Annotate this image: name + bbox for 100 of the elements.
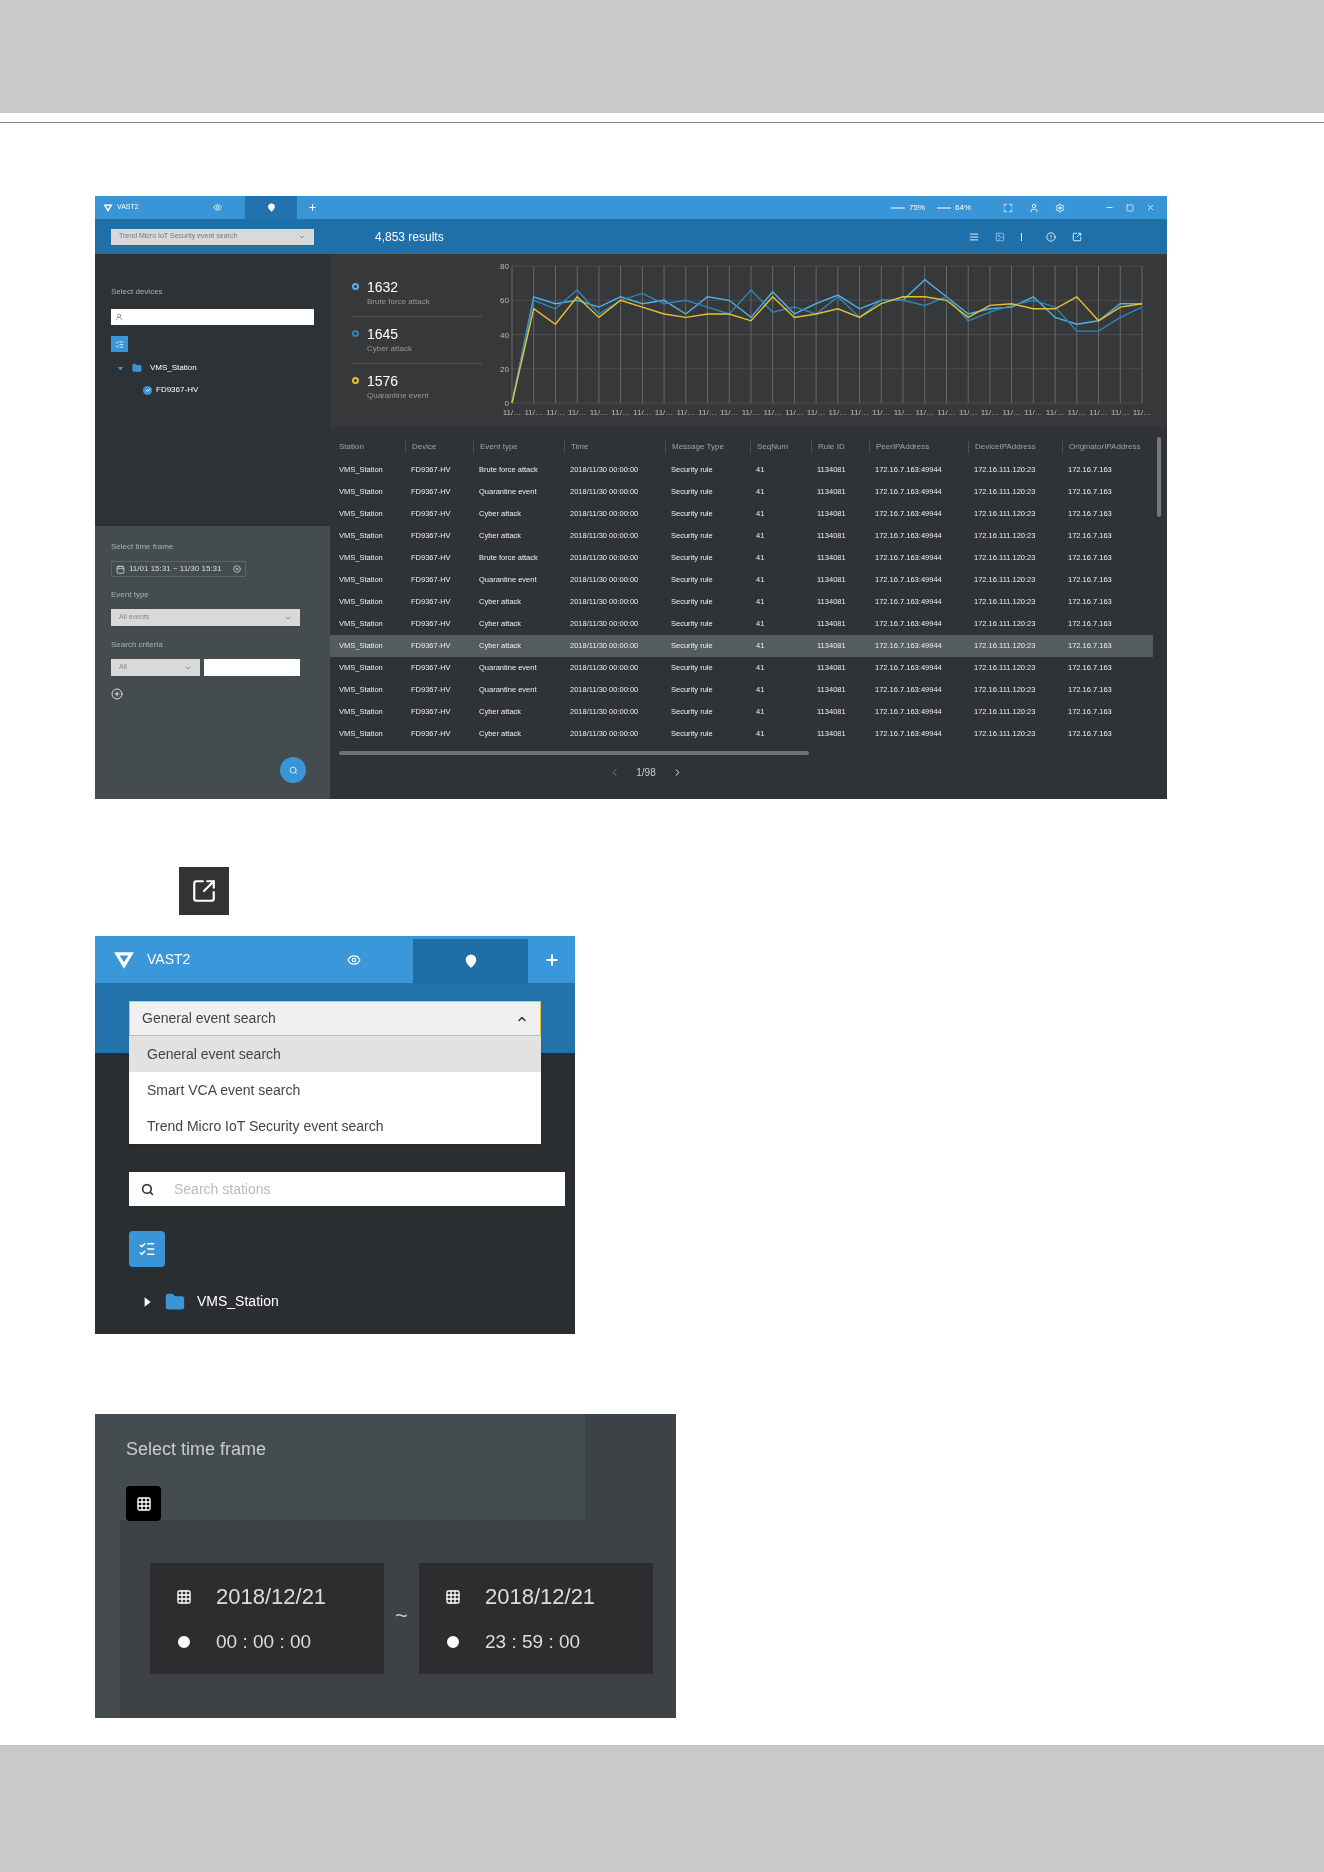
vertical-scrollbar[interactable] bbox=[1157, 437, 1161, 517]
select-all-button[interactable] bbox=[111, 336, 128, 352]
restore-icon[interactable] bbox=[1126, 203, 1134, 212]
meter-icon bbox=[890, 206, 905, 209]
cpu-reading: 75% bbox=[908, 201, 925, 214]
panel-label: Event type bbox=[111, 589, 150, 601]
page-indicator: 1/98 bbox=[636, 766, 656, 780]
column-header[interactable]: Message Type bbox=[665, 441, 756, 453]
axis-label: 11/… bbox=[915, 408, 934, 417]
panel-label: Search criteria bbox=[111, 639, 164, 651]
axis-label: 11/… bbox=[958, 408, 978, 417]
axis-label: 11/… bbox=[850, 408, 869, 417]
calendar-button[interactable] bbox=[126, 1486, 161, 1521]
date-time-card[interactable]: 2018/12/21 00 : 00 : 00 bbox=[150, 1563, 384, 1674]
search-mode-dropdown[interactable]: General event search bbox=[129, 1001, 541, 1036]
app-name: VAST2 bbox=[147, 950, 191, 969]
axis-label: 11/… bbox=[1089, 408, 1108, 417]
select-all-button[interactable] bbox=[129, 1231, 165, 1267]
logo-icon bbox=[103, 202, 113, 213]
meter-icon bbox=[937, 206, 951, 209]
horizontal-scrollbar[interactable] bbox=[339, 751, 809, 755]
column-header[interactable]: PeerIPAddress bbox=[869, 441, 974, 453]
calendar-icon bbox=[135, 1495, 152, 1512]
list-icon[interactable] bbox=[969, 231, 979, 242]
results-count: 4,853 results bbox=[375, 228, 444, 246]
time-value[interactable]: 00 : 00 : 00 bbox=[216, 1630, 312, 1653]
criteria-field[interactable] bbox=[204, 659, 300, 676]
axis-label: 11/… bbox=[698, 408, 717, 417]
axis-label: 11/… bbox=[524, 408, 543, 417]
event-count: 1576 bbox=[367, 372, 400, 390]
column-header[interactable]: Device bbox=[405, 441, 479, 453]
pin-icon bbox=[463, 954, 478, 968]
event-label: Brute force attack bbox=[367, 296, 430, 308]
axis-label: 11/… bbox=[1045, 408, 1065, 417]
close-icon[interactable] bbox=[1146, 203, 1155, 212]
axis-label: 11/… bbox=[720, 408, 739, 417]
axis-label: 40 bbox=[500, 330, 509, 340]
date-time-card[interactable]: 2018/12/21 23 : 59 : 00 bbox=[419, 1563, 653, 1674]
axis-label: 11/… bbox=[937, 408, 956, 417]
column-header[interactable]: DeviceIPAddress bbox=[968, 441, 1068, 453]
time-value[interactable]: 23 : 59 : 00 bbox=[485, 1630, 581, 1653]
column-header[interactable]: OriginatorIPAddress bbox=[1062, 441, 1153, 453]
menu-item[interactable]: Smart VCA event search bbox=[129, 1072, 541, 1108]
fullscreen-icon[interactable] bbox=[1003, 202, 1013, 213]
eye-icon bbox=[213, 203, 222, 212]
axis-label: 11/… bbox=[567, 408, 587, 417]
check-icon bbox=[144, 387, 151, 393]
clear-icon[interactable] bbox=[233, 565, 242, 573]
export-button[interactable] bbox=[179, 867, 229, 915]
time-frame-chip[interactable]: 11/01 15:31 ~ 11/30 15:31 bbox=[111, 561, 247, 577]
event-count: 1632 bbox=[367, 278, 400, 296]
search-input[interactable]: Search stations bbox=[174, 1178, 553, 1200]
plus-icon bbox=[543, 951, 560, 968]
export-icon bbox=[191, 878, 217, 904]
tree-item[interactable]: FD9367-HV bbox=[156, 384, 199, 396]
axis-label: 80 bbox=[500, 262, 509, 271]
axis-label: 11/… bbox=[1024, 408, 1043, 417]
search-icon bbox=[141, 1182, 154, 1196]
checklist-icon bbox=[115, 339, 124, 349]
tree-item[interactable]: VMS_Station bbox=[150, 362, 197, 374]
date-value[interactable]: 2018/12/21 bbox=[216, 1584, 327, 1609]
info-icon[interactable] bbox=[1046, 231, 1056, 242]
panel-label: Select time frame bbox=[111, 541, 175, 553]
axis-label: 11/… bbox=[1002, 408, 1021, 417]
device-search-field[interactable] bbox=[111, 309, 314, 325]
axis-label: 11/… bbox=[1132, 408, 1152, 417]
range-separator: ~ bbox=[394, 1602, 409, 1630]
column-header[interactable]: Rule ID bbox=[811, 441, 875, 453]
axis-label: 11/… bbox=[633, 408, 652, 417]
panel-title: Select time frame bbox=[126, 1438, 268, 1460]
menu-item[interactable]: General event search bbox=[129, 1036, 541, 1072]
column-header[interactable]: Event type bbox=[473, 441, 570, 453]
pin-icon bbox=[266, 203, 276, 212]
axis-label: 11/… bbox=[502, 408, 522, 417]
axis-label: 11/… bbox=[763, 408, 782, 417]
settings-icon[interactable] bbox=[1055, 202, 1065, 213]
axis-label: 0 bbox=[504, 399, 509, 408]
calendar-icon bbox=[116, 564, 125, 574]
user-icon[interactable] bbox=[1029, 202, 1039, 213]
date-value[interactable]: 2018/12/21 bbox=[485, 1584, 596, 1609]
search-field[interactable]: Search stations bbox=[129, 1172, 565, 1206]
search-button[interactable] bbox=[280, 757, 306, 783]
export-icon[interactable] bbox=[1072, 231, 1082, 242]
tree-item[interactable]: VMS_Station bbox=[197, 1291, 279, 1312]
tab[interactable] bbox=[245, 196, 297, 219]
search-icon bbox=[288, 765, 298, 775]
axis-label: 11/… bbox=[785, 408, 804, 417]
plus-icon bbox=[307, 203, 317, 212]
axis-label: 11/… bbox=[546, 408, 565, 417]
column-header[interactable]: Time bbox=[564, 441, 671, 453]
image-icon[interactable] bbox=[995, 231, 1005, 242]
panel-label: Select devices bbox=[111, 286, 164, 298]
menu-item[interactable]: Trend Micro IoT Security event search bbox=[129, 1108, 541, 1144]
column-header[interactable]: SeqNum bbox=[750, 441, 817, 453]
axis-label: 11/… bbox=[676, 408, 696, 417]
folder-icon bbox=[165, 1291, 185, 1312]
axis-label: 11/… bbox=[741, 408, 761, 417]
add-icon[interactable] bbox=[111, 688, 123, 700]
checkbox[interactable] bbox=[143, 385, 152, 395]
event-label: Quarantine event bbox=[367, 390, 429, 402]
